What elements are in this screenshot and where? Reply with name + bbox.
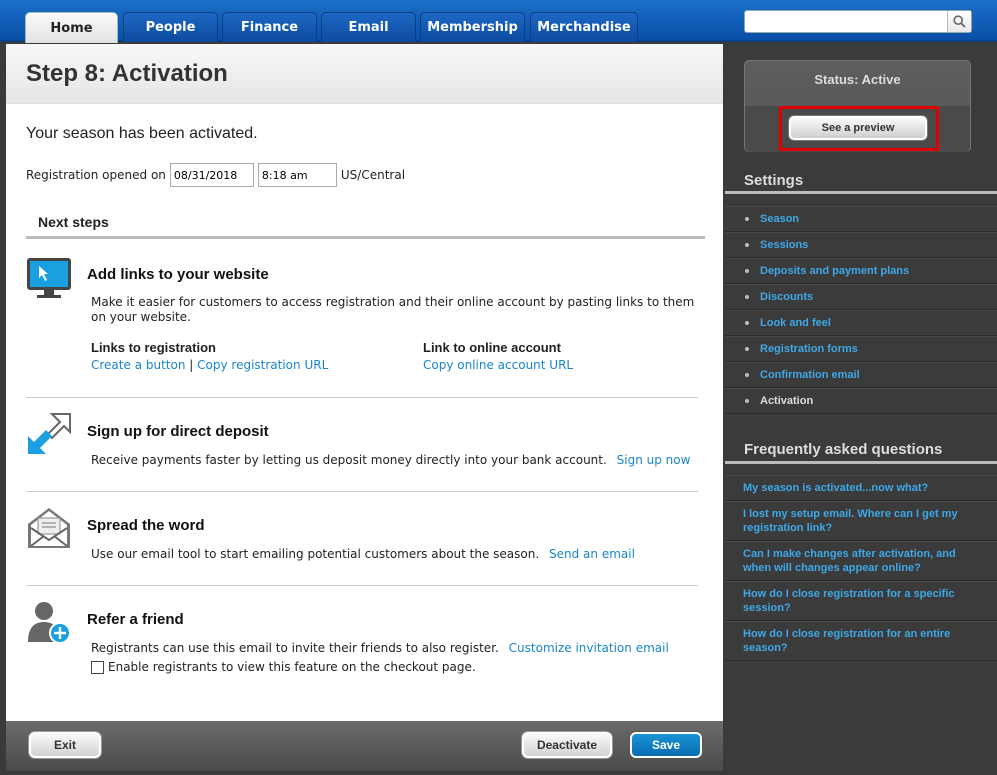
faq-list: My season is activated...now what? I los… (725, 475, 997, 661)
copy-online-account-url-link[interactable]: Copy online account URL (423, 358, 573, 373)
status-text: Status: Active (814, 72, 901, 87)
deactivate-button[interactable]: Deactivate (522, 732, 612, 758)
settings-item-confirmation-email[interactable]: Confirmation email (725, 362, 997, 388)
monitor-cursor-icon (27, 258, 71, 298)
enable-feature-row: Enable registrants to view this feature … (91, 660, 476, 675)
search-icon (953, 15, 966, 28)
registration-opened-label: Registration opened on (26, 168, 166, 182)
search-box (744, 10, 972, 33)
divider (26, 491, 698, 492)
settings-item-sessions[interactable]: Sessions (725, 232, 997, 258)
create-button-link[interactable]: Create a button (91, 358, 185, 372)
step-description-refer: Registrants can use this email to invite… (91, 641, 499, 655)
settings-heading: Settings (744, 172, 804, 189)
settings-item-activation: Activation (725, 388, 997, 414)
enable-feature-label: Enable registrants to view this feature … (108, 660, 476, 674)
copy-registration-url-link[interactable]: Copy registration URL (197, 358, 328, 372)
bullet (745, 373, 749, 377)
timezone-label: US/Central (340, 168, 406, 182)
step-description-refer-row: Registrants can use this email to invite… (91, 641, 669, 656)
step-direct-deposit: Sign up for direct deposit Receive payme… (26, 412, 698, 472)
step-description-deposit-row: Receive payments faster by letting us de… (91, 453, 690, 468)
search-input[interactable] (745, 11, 945, 32)
tab-finance[interactable]: Finance (222, 12, 317, 42)
tab-people[interactable]: People (123, 12, 218, 42)
next-steps-heading: Next steps (26, 214, 705, 239)
transfer-arrows-icon (28, 413, 71, 454)
step-add-links: Add links to your website Make it easier… (26, 257, 698, 377)
settings-rule (725, 191, 997, 194)
settings-item-label: Confirmation email (760, 369, 860, 381)
divider (26, 397, 698, 398)
links-registration-row: Create a button | Copy registration URL (91, 358, 328, 373)
main-panel: Step 8: Activation Your season has been … (6, 44, 723, 721)
bullet (745, 321, 749, 325)
divider (26, 585, 698, 586)
registration-date-input[interactable] (169, 163, 254, 187)
faq-heading: Frequently asked questions (744, 441, 943, 458)
settings-item-label: Activation (760, 395, 814, 407)
add-person-icon (28, 602, 71, 644)
see-preview-button[interactable]: See a preview (789, 116, 927, 140)
settings-item-label: Deposits and payment plans (760, 265, 910, 277)
envelope-icon (28, 508, 70, 548)
step-description-deposit: Receive payments faster by letting us de… (91, 453, 607, 467)
top-nav-bar: Home People Finance Email Membership Mer… (0, 0, 997, 43)
registration-time-input[interactable] (257, 163, 337, 187)
save-button[interactable]: Save (630, 732, 702, 758)
right-sidebar: Status: Active See a preview Settings Se… (725, 44, 997, 775)
faq-item[interactable]: How do I close registration for an entir… (725, 621, 997, 661)
settings-item-deposits[interactable]: Deposits and payment plans (725, 258, 997, 284)
tab-membership[interactable]: Membership (420, 12, 525, 42)
settings-item-label: Season (760, 213, 800, 225)
bullet (745, 399, 749, 403)
settings-item-season[interactable]: Season (725, 206, 997, 232)
settings-item-label: Registration forms (760, 343, 858, 355)
settings-item-look-and-feel[interactable]: Look and feel (725, 310, 997, 336)
faq-item[interactable]: I lost my setup email. Where can I get m… (725, 501, 997, 541)
links-registration-heading: Links to registration (91, 340, 216, 355)
faq-item[interactable]: My season is activated...now what? (725, 475, 997, 501)
tab-merchandise[interactable]: Merchandise (530, 12, 638, 42)
step-title-spread: Spread the word (87, 517, 205, 534)
tab-email[interactable]: Email (321, 12, 416, 42)
step-description-links: Make it easier for customers to access r… (91, 295, 695, 324)
exit-button[interactable]: Exit (29, 732, 101, 758)
bullet (745, 243, 749, 247)
step-spread-word: Spread the word Use our email tool to st… (26, 506, 698, 566)
page-title: Step 8: Activation (26, 60, 228, 87)
step-title-refer: Refer a friend (87, 611, 184, 628)
step-title-links: Add links to your website (87, 266, 269, 283)
link-separator: | (189, 358, 194, 372)
links-account-heading: Link to online account (423, 340, 561, 355)
customize-invitation-email-link[interactable]: Customize invitation email (509, 641, 669, 655)
settings-item-label: Sessions (760, 239, 809, 251)
bullet (745, 347, 749, 351)
search-button[interactable] (947, 11, 971, 32)
settings-item-label: Discounts (760, 291, 814, 303)
faq-item[interactable]: Can I make changes after activation, and… (725, 541, 997, 581)
settings-list: Season Sessions Deposits and payment pla… (725, 206, 997, 414)
send-email-link[interactable]: Send an email (549, 547, 635, 561)
step-description-spread-row: Use our email tool to start emailing pot… (91, 547, 635, 562)
sign-up-now-link[interactable]: Sign up now (617, 453, 691, 467)
settings-item-label: Look and feel (760, 317, 831, 329)
bottom-action-bar: Exit Deactivate Save (6, 721, 723, 771)
faq-item[interactable]: How do I close registration for a specif… (725, 581, 997, 621)
registration-opened-row: Registration opened on US/Central (26, 163, 405, 187)
bullet (745, 295, 749, 299)
step-title-deposit: Sign up for direct deposit (87, 423, 269, 440)
enable-feature-checkbox[interactable] (91, 661, 104, 674)
tab-home[interactable]: Home (25, 12, 118, 43)
settings-item-discounts[interactable]: Discounts (725, 284, 997, 310)
step-description-spread: Use our email tool to start emailing pot… (91, 547, 540, 561)
bullet (745, 269, 749, 273)
step-refer-friend: Refer a friend Registrants can use this … (26, 600, 698, 680)
faq-rule (725, 461, 997, 464)
bullet (745, 217, 749, 221)
activated-message: Your season has been activated. (26, 125, 258, 142)
settings-item-registration-forms[interactable]: Registration forms (725, 336, 997, 362)
